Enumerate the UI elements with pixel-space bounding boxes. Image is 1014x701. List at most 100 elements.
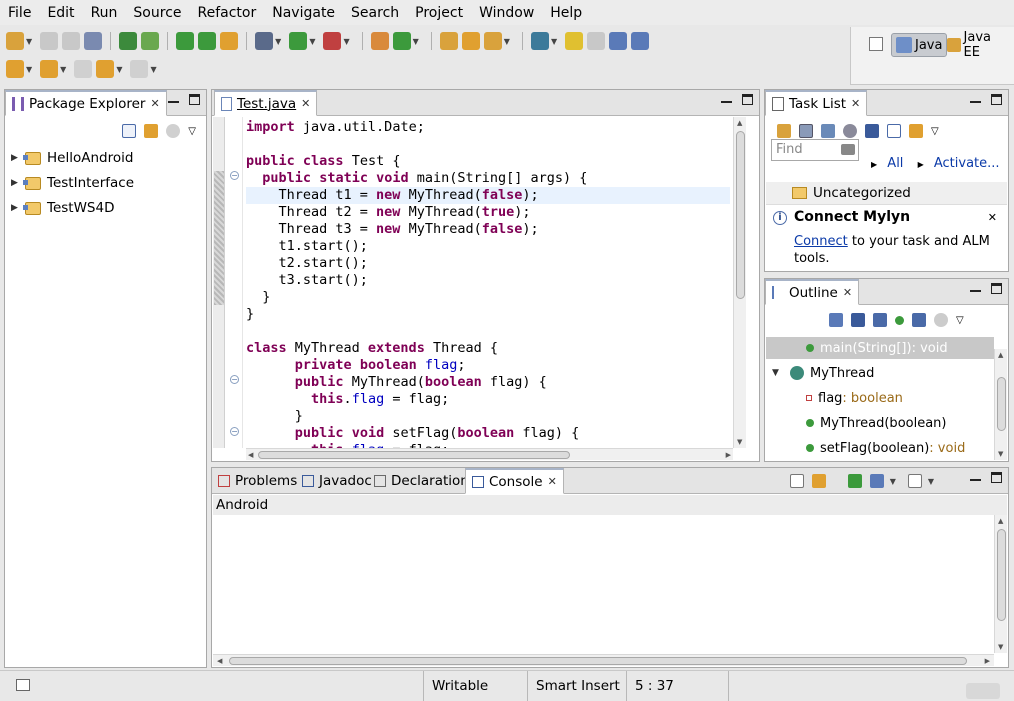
close-icon[interactable]: ✕ [851, 97, 860, 110]
tab-javadoc[interactable]: Javadoc [296, 468, 378, 494]
scroll-down-icon[interactable]: ▼ [998, 450, 1003, 458]
hide-local-types-icon[interactable] [912, 313, 926, 327]
menu-help[interactable]: Help [542, 5, 590, 21]
menu-project[interactable]: Project [407, 5, 471, 21]
scroll-right-icon[interactable]: ▶ [985, 657, 990, 665]
console-vertical-scrollbar[interactable]: ▲ ▼ [994, 515, 1007, 653]
scroll-thumb[interactable] [997, 529, 1006, 621]
minimize-icon[interactable] [970, 475, 981, 481]
tab-problems[interactable]: Problems [212, 468, 303, 494]
new-class-icon[interactable] [392, 32, 411, 50]
menu-file[interactable]: File [0, 5, 39, 21]
fold-toggle-icon[interactable]: − [230, 375, 239, 384]
tab-outline[interactable]: Outline ✕ [765, 279, 860, 305]
toggle-annotation-icon[interactable] [587, 32, 606, 50]
category-row[interactable]: Uncategorized [766, 182, 1007, 204]
print-icon[interactable] [84, 32, 103, 50]
outline-item[interactable]: setFlag(boolean) : void [766, 437, 994, 459]
chevron-down-icon[interactable]: ▽ [956, 315, 964, 326]
synchronize-icon[interactable] [909, 124, 923, 138]
chevron-down-icon[interactable]: ▼ [275, 37, 281, 46]
minimize-icon[interactable] [168, 97, 179, 103]
clear-console-icon[interactable] [789, 474, 804, 488]
maximize-icon[interactable] [991, 472, 1002, 483]
perspective-javaee[interactable]: Java EE [943, 30, 1014, 60]
chevron-down-icon[interactable]: ▼ [504, 37, 510, 46]
android-sdk-icon[interactable] [141, 32, 160, 50]
collapse-all-icon[interactable] [122, 124, 137, 138]
focus-icon[interactable] [843, 124, 857, 138]
collapse-arrow-icon[interactable]: ▼ [772, 368, 780, 378]
task-find-input[interactable]: Find [771, 139, 859, 161]
minimize-icon[interactable] [721, 97, 732, 103]
fast-view-icon[interactable] [16, 679, 30, 691]
chevron-down-icon[interactable]: ▼ [60, 65, 66, 74]
tab-package-explorer[interactable]: Package Explorer ✕ [5, 90, 167, 116]
scroll-left-icon[interactable]: ◀ [248, 451, 253, 459]
close-icon[interactable]: ✕ [843, 286, 852, 299]
close-icon[interactable]: ✕ [988, 211, 997, 224]
show-whitespace-icon[interactable] [631, 32, 650, 50]
scroll-down-icon[interactable]: ▼ [998, 643, 1003, 651]
tree-item[interactable]: ▶ HelloAndroid [11, 147, 133, 169]
scroll-up-icon[interactable]: ▲ [998, 517, 1003, 525]
scroll-thumb[interactable] [736, 131, 745, 299]
editor-horizontal-scrollbar[interactable]: ◀ ▶ [246, 448, 733, 460]
menu-source[interactable]: Source [125, 5, 189, 21]
activate-link[interactable]: Activate... [934, 156, 1000, 171]
outline-item[interactable]: MyThread(boolean) [766, 412, 994, 434]
chevron-down-icon[interactable]: ▼ [26, 37, 32, 46]
perspective-java[interactable]: Java [891, 33, 948, 57]
fold-toggle-icon[interactable]: − [230, 171, 239, 180]
connect-link[interactable]: Connect [794, 234, 848, 249]
console-output[interactable]: ▲ ▼ ◀ ▶ [213, 515, 1007, 666]
maximize-icon[interactable] [991, 94, 1002, 105]
open-type-icon[interactable] [439, 32, 458, 50]
outline-item[interactable]: main(String[]) : void [766, 337, 994, 359]
outline-item[interactable]: flag : boolean [766, 387, 994, 409]
scroll-down-icon[interactable]: ▼ [737, 438, 742, 446]
forward-icon[interactable] [130, 60, 149, 78]
collapse-all-icon[interactable] [887, 124, 901, 138]
menu-window[interactable]: Window [471, 5, 542, 21]
code-area[interactable]: import java.util.Date; public class Test … [246, 117, 730, 458]
scroll-left-icon[interactable]: ◀ [217, 657, 222, 665]
run-icon[interactable] [289, 32, 308, 50]
new-java-project-icon[interactable] [370, 32, 389, 50]
chevron-down-icon[interactable]: ▼ [551, 37, 557, 46]
maximize-icon[interactable] [189, 94, 200, 105]
back-icon[interactable] [96, 60, 115, 78]
hide-nonpublic-icon[interactable] [895, 315, 904, 325]
expand-arrow-icon[interactable]: ▶ [11, 153, 19, 163]
editor-vertical-scrollbar[interactable]: ▲ ▼ [733, 117, 746, 448]
menu-search[interactable]: Search [343, 5, 407, 21]
prev-annotation-icon[interactable] [40, 60, 59, 78]
hide-fields-icon[interactable] [851, 313, 865, 327]
minimize-icon[interactable] [970, 97, 981, 103]
tab-test-java[interactable]: Test.java ✕ [214, 90, 318, 116]
chevron-down-icon[interactable]: ▽ [931, 126, 939, 137]
open-task-icon[interactable] [461, 32, 480, 50]
close-icon[interactable]: ✕ [548, 475, 557, 488]
new-task-icon[interactable] [777, 124, 791, 138]
mark-occurrences-icon[interactable] [565, 32, 584, 50]
chevron-down-icon[interactable]: ▽ [188, 126, 196, 137]
new-android-project-icon[interactable] [176, 32, 195, 50]
maximize-icon[interactable] [742, 94, 753, 105]
scroll-up-icon[interactable]: ▲ [998, 351, 1003, 359]
close-icon[interactable]: ✕ [150, 97, 159, 110]
expand-arrow-icon[interactable]: ▶ [11, 178, 19, 188]
editor-body[interactable]: − − − import java.util.Date; public class… [213, 117, 758, 460]
debug-icon[interactable] [255, 32, 274, 50]
external-tools-icon[interactable] [323, 32, 342, 50]
chevron-down-icon[interactable]: ▼ [343, 37, 349, 46]
maximize-icon[interactable] [991, 283, 1002, 294]
chevron-down-icon[interactable]: ▼ [150, 65, 156, 74]
save-icon[interactable] [40, 32, 59, 50]
fold-toggle-icon[interactable]: − [230, 427, 239, 436]
open-console-icon[interactable] [907, 474, 922, 488]
all-link[interactable]: All [887, 156, 903, 171]
link-with-editor-icon[interactable] [144, 124, 159, 138]
tree-item[interactable]: ▶ TestWS4D [11, 197, 115, 219]
outline-item[interactable]: ▼ MyThread [766, 362, 994, 384]
